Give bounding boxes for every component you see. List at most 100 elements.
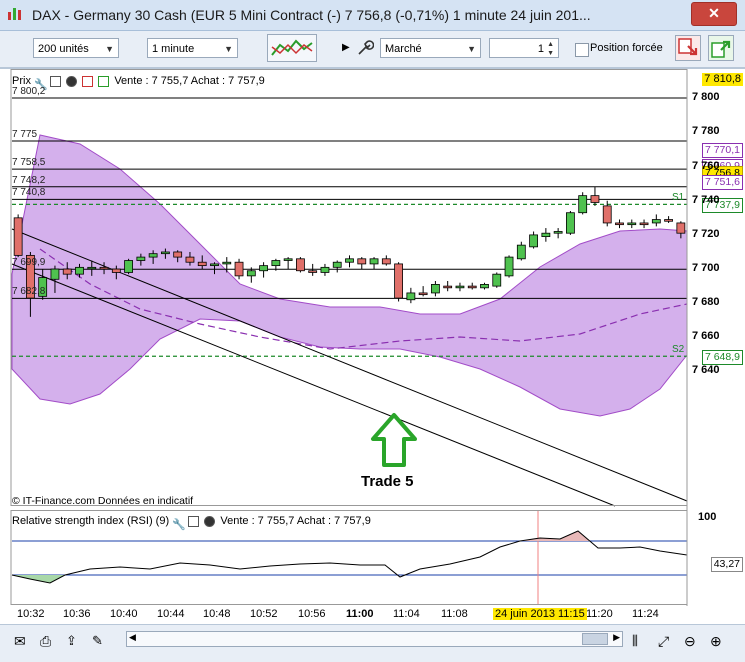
bottom-bar: ✉ ⎙ ⇪ ✎ ◀ ▶ ⫼ ⤢ ⊖ ⊕ [0, 624, 745, 662]
candle-body [504, 256, 514, 277]
price-axis-tick: 7 740 [692, 193, 720, 206]
email-icon[interactable]: ✉ [14, 633, 32, 649]
candle-body [529, 234, 538, 248]
chart-type-icon[interactable]: ⫼ [632, 633, 650, 649]
candle-body [50, 268, 60, 280]
draw-tool-icon[interactable]: ✎ [92, 633, 110, 649]
candle-body [62, 268, 72, 275]
candle-body [173, 251, 183, 258]
trade-arrow [371, 413, 417, 467]
app-icon [8, 8, 21, 20]
time-tick: 11:04 [393, 608, 420, 620]
candle-body [111, 268, 121, 273]
maximize-icon[interactable] [188, 515, 200, 527]
close-button[interactable]: ✕ [691, 2, 737, 26]
zoom-in-icon[interactable]: ⊕ [710, 633, 728, 649]
candle-body [578, 195, 588, 214]
candle-body [443, 285, 453, 289]
price-axis-tick: 7 640 [692, 364, 720, 377]
maximize-icon[interactable] [50, 75, 62, 87]
price-pane-header: Prix 🔧 Vente : 7 755,7 Achat : 7 757,9 [12, 72, 265, 91]
candle-body [553, 231, 563, 234]
candle-body [602, 205, 612, 224]
forced-position-checkbox[interactable] [575, 43, 589, 57]
stepper-arrows-icon[interactable]: ▲ ▼ [547, 40, 554, 58]
trade-annotation: Trade 5 [361, 473, 414, 490]
scroll-left-icon[interactable]: ◀ [129, 632, 136, 643]
price-axis-tick: 7 680 [692, 296, 720, 309]
candle-body [676, 222, 686, 234]
candle-body [148, 253, 158, 258]
candle-body [590, 195, 600, 203]
units-select-value: 200 unités [38, 43, 89, 55]
close-pane-icon[interactable] [204, 515, 216, 527]
candle-body [455, 285, 465, 289]
time-tick: 11:08 [441, 608, 468, 620]
rsi-value-tag: 43,27 [710, 557, 743, 572]
print-icon[interactable]: ⎙ [40, 633, 58, 649]
candle-body [431, 284, 440, 294]
candle-body [271, 260, 281, 267]
sell-pane-icon[interactable] [82, 75, 94, 87]
price-axis-tick: 7 760 [692, 159, 720, 172]
bollinger-band [11, 134, 688, 417]
up-arrow-icon [371, 413, 417, 467]
wrench-icon[interactable]: 🔧 [172, 516, 186, 531]
candle-body [492, 273, 502, 287]
candle-body [283, 258, 293, 261]
quantity-value: 1 [537, 43, 544, 55]
play-icon[interactable]: ▶ [342, 42, 350, 53]
wrench-icon[interactable]: 🔧 [34, 76, 48, 91]
order-type-select[interactable]: Marché ▼ [380, 38, 481, 58]
rsi-axis-top: 100 [698, 511, 717, 523]
close-pane-icon[interactable] [66, 75, 78, 87]
price-axis-tick: 7 700 [692, 262, 720, 275]
chart-indicators-icon [271, 39, 313, 56]
candle-body [467, 285, 477, 289]
candle-body [627, 222, 637, 226]
units-select[interactable]: 200 unités ▼ [33, 38, 119, 58]
candle-body [406, 292, 416, 301]
price-axis-tick: 7 800 [692, 91, 720, 104]
scroll-right-icon[interactable]: ▶ [613, 632, 620, 643]
scrollbar-thumb[interactable] [582, 633, 608, 645]
credit-text: © IT-Finance.com Données en indicatif [12, 495, 194, 507]
indicators-button[interactable] [267, 34, 317, 62]
candle-body [369, 258, 379, 265]
buy-arrow-icon [711, 40, 731, 58]
level-label: 7 699,9 [12, 257, 46, 269]
candle-body [332, 261, 342, 268]
pivot-label: S2 [672, 344, 685, 356]
buy-button[interactable] [708, 35, 734, 61]
time-axis: 10:32 10:36 10:40 10:44 10:48 10:52 10:56 11:00… [0, 606, 745, 624]
candle-body [161, 251, 170, 255]
cursor-time-label: 24 juin 2013 11:15 [493, 608, 587, 620]
price-axis-tick: 7 780 [692, 125, 720, 138]
wrench-icon[interactable] [356, 39, 374, 57]
time-tick: 10:44 [157, 608, 185, 620]
level-label: 7 758,5 [12, 157, 46, 169]
chart-scrollbar[interactable]: ◀ ▶ [126, 631, 623, 647]
candle-body [222, 261, 232, 265]
candle-body [124, 260, 133, 273]
candle-body [541, 232, 551, 238]
candle-body [136, 256, 146, 261]
buy-pane-icon[interactable] [98, 75, 110, 87]
toolbar: 200 unités ▼ 1 minute ▼ ▶ Marché ▼ 1 ▲ ▼ … [0, 31, 745, 68]
export-icon[interactable]: ⇪ [66, 633, 84, 649]
chart-area[interactable]: Prix 🔧 Vente : 7 755,7 Achat : 7 757,9 7… [0, 68, 745, 606]
candle-body [320, 266, 330, 273]
interval-select-value: 1 minute [152, 43, 195, 55]
fit-icon[interactable]: ⤢ [658, 633, 676, 649]
zoom-out-icon[interactable]: ⊖ [684, 633, 702, 649]
rsi-pane-title: Relative strength index (RSI) (9) [12, 515, 170, 527]
chevron-down-icon: ▼ [224, 44, 233, 54]
candle-body [308, 270, 318, 273]
candle-body [615, 222, 624, 226]
band-area [11, 134, 688, 417]
time-tick: 10:56 [298, 608, 326, 620]
quantity-stepper[interactable]: 1 ▲ ▼ [489, 38, 559, 58]
interval-select[interactable]: 1 minute ▼ [147, 38, 238, 58]
candle-body [185, 256, 195, 263]
sell-button[interactable] [675, 35, 701, 61]
